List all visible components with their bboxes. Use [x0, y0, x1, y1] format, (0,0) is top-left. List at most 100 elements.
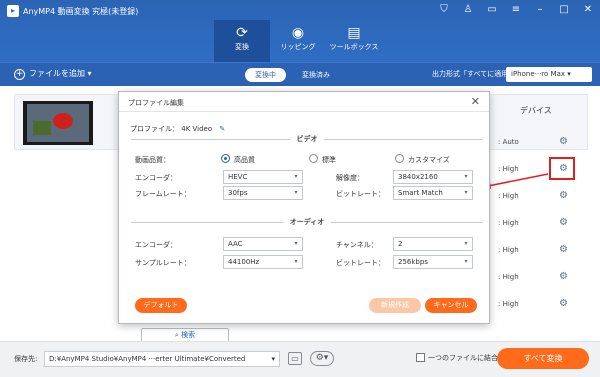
save-path-field[interactable]: D:¥AnyMP4 Studio¥AnyMP4 ···erter Ultimat…: [44, 351, 280, 367]
device-panel-header: デバイス: [520, 106, 552, 115]
chevron-down-icon: ▾: [294, 173, 298, 180]
thumbnail-leaf: [33, 121, 51, 135]
quality-option-standard: 標準: [322, 156, 336, 164]
video-encoder-select[interactable]: HEVC ▾: [223, 170, 303, 184]
annotation-arrow: [482, 173, 549, 189]
chevron-down-icon: ▾: [294, 258, 298, 265]
user-icon[interactable]: ♙: [462, 4, 474, 15]
channel-select[interactable]: 2 ▾: [393, 237, 473, 251]
chevron-down-icon: ▾: [271, 355, 275, 363]
merge-label: 一つのファイルに結合: [428, 354, 498, 362]
merge-checkbox[interactable]: [416, 353, 425, 362]
close-window-icon[interactable]: ✕: [582, 4, 594, 15]
edit-icon[interactable]: ✎: [219, 125, 225, 133]
maximize-icon[interactable]: □: [558, 4, 570, 15]
chevron-down-icon: ▾: [464, 258, 468, 265]
dialog-title: プロファイル編集: [128, 99, 184, 107]
toolbar: + ファイルを追加 ▾ 変換中 変換済み 出力形式「すべてに適用」: iPhone…: [0, 62, 600, 86]
disc-icon: ◉: [291, 25, 305, 41]
toolbox-icon: ▤: [347, 25, 361, 41]
audio-section-divider: オーディオ: [131, 217, 483, 227]
video-section-divider: ビデオ: [131, 134, 483, 144]
channel-label: チャンネル：: [336, 241, 378, 249]
app-logo-icon: ▸: [7, 5, 19, 17]
device-row: : Auto ⚙: [498, 136, 568, 147]
tab-toolbox[interactable]: ▤ ツールボックス: [326, 20, 382, 62]
gear-icon[interactable]: ⚙: [559, 271, 568, 282]
quality-radio-custom[interactable]: [395, 154, 404, 163]
save-path-value: D:¥AnyMP4 Studio¥AnyMP4 ···erter Ultimat…: [49, 355, 246, 363]
audio-encoder-label: エンコーダ：: [135, 241, 177, 249]
gear-icon[interactable]: ⚙: [559, 217, 568, 228]
add-file-label: ファイルを追加: [29, 69, 85, 78]
video-bitrate-label: ビットレート：: [336, 190, 385, 198]
resolution-label: 解像度：: [336, 174, 364, 182]
gear-icon[interactable]: ⚙: [559, 136, 568, 147]
convert-all-button[interactable]: すべて変換: [497, 348, 589, 369]
framerate-select[interactable]: 30fps ▾: [223, 186, 303, 200]
chat-icon[interactable]: ▭: [486, 4, 498, 15]
audio-section-title: オーディオ: [283, 217, 331, 227]
chevron-down-icon: ▾: [87, 69, 92, 78]
gear-icon[interactable]: ⚙: [559, 298, 568, 309]
device-row: : High ⚙: [498, 244, 568, 255]
status-segments: 変換中 変換済み: [245, 68, 340, 82]
default-button[interactable]: デフォルト: [135, 298, 187, 313]
video-encoder-label: エンコーダ：: [135, 174, 177, 182]
video-bitrate-select[interactable]: Smart Match ▾: [393, 186, 473, 200]
tab-ripping[interactable]: ◉ リッピング: [270, 20, 326, 62]
settings-icon[interactable]: ⚙▾: [310, 351, 334, 366]
bottom-bar: 保存先: D:¥AnyMP4 Studio¥AnyMP4 ···erter Ul…: [0, 341, 600, 377]
video-thumbnail[interactable]: [23, 101, 93, 145]
create-new-button[interactable]: 新規作成: [369, 298, 421, 313]
samplerate-select[interactable]: 44100Hz ▾: [223, 255, 303, 269]
device-row: : High ⚙: [498, 298, 568, 309]
gear-icon[interactable]: ⚙: [559, 190, 568, 201]
chevron-down-icon: ▾: [567, 70, 571, 78]
main-nav: ⟳ 変換 ◉ リッピング ▤ ツールボックス: [214, 20, 382, 62]
chevron-down-icon: ▾: [464, 240, 468, 247]
profile-line: プロファイル： 4K Video ✎: [130, 124, 225, 134]
folder-icon[interactable]: ▭: [288, 352, 302, 365]
profile-edit-dialog: プロファイル編集 ✕ プロファイル： 4K Video ✎ ビデオ 動画品質： …: [118, 91, 490, 324]
audio-encoder-select[interactable]: AAC ▾: [223, 237, 303, 251]
resolution-select[interactable]: 3840x2160 ▾: [393, 170, 473, 184]
search-icon: ⌕: [174, 331, 179, 339]
minimize-icon[interactable]: –: [534, 4, 546, 15]
quality-label: 動画品質：: [135, 156, 170, 164]
seg-converted[interactable]: 変換済み: [292, 68, 340, 82]
chevron-down-icon: ▾: [464, 189, 468, 196]
tab-ripping-label: リッピング: [280, 43, 316, 51]
search-label: 検索: [181, 331, 196, 339]
window-controls: ⛉ ♙ ▭ ≡ – □ ✕: [438, 4, 594, 15]
quality-radio-standard[interactable]: [309, 154, 318, 163]
framerate-label: フレームレート：: [135, 190, 191, 198]
chevron-down-icon: ▾: [294, 240, 298, 247]
tab-toolbox-label: ツールボックス: [329, 43, 379, 51]
samplerate-label: サンプルレート：: [135, 259, 191, 267]
chevron-down-icon: ▾: [464, 173, 468, 180]
output-format-label: 出力形式「すべてに適用」:: [432, 70, 518, 78]
audio-bitrate-label: ビットレート：: [336, 259, 385, 267]
plus-icon: +: [14, 69, 25, 80]
close-icon[interactable]: ✕: [471, 95, 480, 108]
add-file-button[interactable]: + ファイルを追加 ▾: [14, 68, 92, 80]
cancel-button[interactable]: キャンセル: [425, 298, 477, 313]
output-format-value: iPhone···ro Max: [511, 70, 566, 78]
output-format-select[interactable]: iPhone···ro Max ▾: [506, 67, 592, 82]
chevron-down-icon: ▾: [294, 189, 298, 196]
app-title: AnyMP4 動画変換 究極(未登録): [23, 7, 139, 16]
tab-convert[interactable]: ⟳ 変換: [214, 20, 270, 62]
device-panel: デバイス : Auto ⚙ : High ⚙ : High ⚙ : High ⚙ : H…: [492, 100, 600, 335]
cart-icon[interactable]: ⛉: [438, 4, 450, 15]
video-section-title: ビデオ: [290, 134, 324, 144]
audio-bitrate-select[interactable]: 256kbps ▾: [393, 255, 473, 269]
dialog-title-bar: プロファイル編集 ✕: [119, 92, 489, 112]
convert-icon: ⟳: [236, 25, 248, 41]
quality-option-high: 高品質: [234, 156, 255, 164]
menu-icon[interactable]: ≡: [510, 4, 522, 15]
seg-converting[interactable]: 変換中: [245, 68, 286, 82]
gear-icon[interactable]: ⚙: [559, 244, 568, 255]
quality-radio-high[interactable]: [221, 154, 230, 163]
title-bar: ▸ AnyMP4 動画変換 究極(未登録) ⛉ ♙ ▭ ≡ – □ ✕ ⟳ 変換…: [0, 0, 600, 62]
